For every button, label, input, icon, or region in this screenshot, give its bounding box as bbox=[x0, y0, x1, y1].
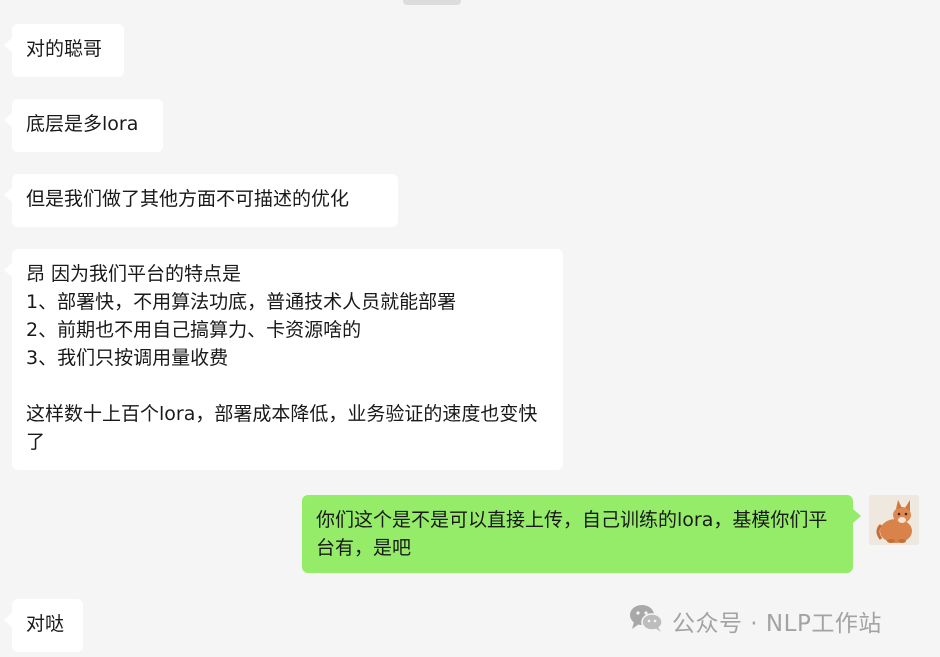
user-avatar[interactable] bbox=[869, 495, 919, 545]
message-bubble-incoming[interactable]: 对的聪哥 bbox=[4, 24, 124, 77]
message-bubble-incoming[interactable]: 底层是多lora bbox=[4, 99, 163, 152]
watermark-text: 公众号 · NLP工作站 bbox=[672, 611, 882, 637]
scroll-indicator bbox=[403, 0, 461, 5]
wechat-icon bbox=[628, 603, 664, 639]
message-bubble-incoming[interactable]: 昂 因为我们平台的特点是 1、部署快，不用算法功底，普通技术人员就能部署 2、前… bbox=[4, 249, 563, 470]
message-bubble-outgoing[interactable]: 你们这个是不是可以直接上传，自己训练的lora，基模你们平台有，是吧 bbox=[302, 495, 861, 573]
message-bubble-incoming[interactable]: 对哒 bbox=[4, 599, 83, 652]
chat-window: 对的聪哥 底层是多lora 但是我们做了其他方面不可描述的优化 昂 因为我们平台… bbox=[0, 0, 940, 657]
cat-avatar-image bbox=[869, 495, 919, 545]
watermark: 公众号 · NLP工作站 bbox=[628, 603, 882, 639]
message-bubble-incoming[interactable]: 但是我们做了其他方面不可描述的优化 bbox=[4, 174, 398, 227]
